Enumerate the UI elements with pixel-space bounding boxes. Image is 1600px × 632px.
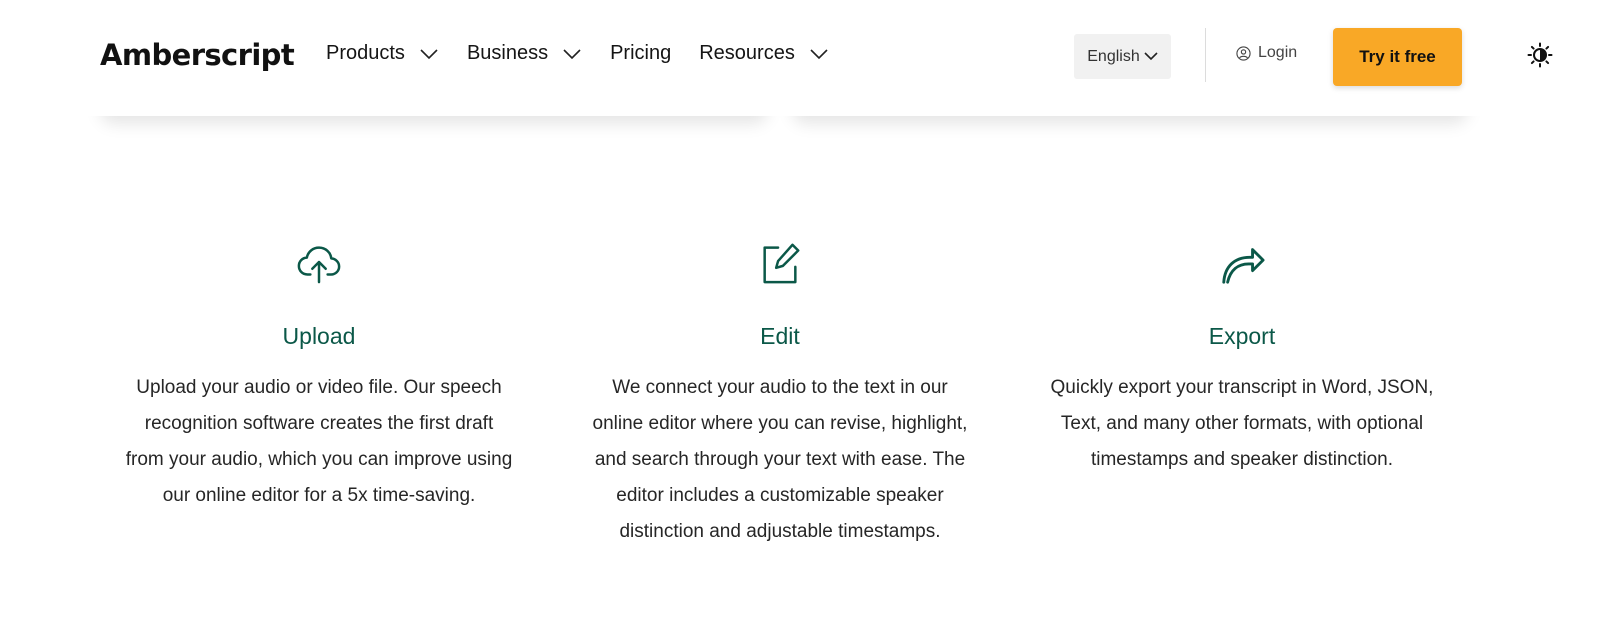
- main-nav: Products Business Pricing Resources: [326, 42, 857, 65]
- login-link[interactable]: Login: [1236, 44, 1297, 62]
- nav-pricing[interactable]: Pricing: [610, 42, 671, 65]
- logo[interactable]: Amberscript: [100, 38, 295, 72]
- cloud-upload-icon: [297, 246, 341, 284]
- language-select[interactable]: English: [1074, 34, 1171, 79]
- site-header: Amberscript Products Business Pricing Re…: [0, 0, 1600, 116]
- feature-description: Quickly export your transcript in Word, …: [1050, 377, 1434, 470]
- nav-pricing-label: Pricing: [610, 42, 672, 64]
- try-free-button[interactable]: Try it free: [1333, 28, 1462, 86]
- nav-business-label: Business: [466, 42, 549, 64]
- nav-products[interactable]: Products: [326, 42, 439, 65]
- chevron-down-icon: [810, 48, 828, 59]
- chevron-down-icon: [420, 48, 438, 59]
- nav-resources[interactable]: Resources: [699, 42, 829, 65]
- feature-upload: Upload Upload your audio or video file. …: [124, 240, 514, 514]
- feature-title: Edit: [760, 323, 800, 349]
- contrast-toggle-icon[interactable]: [1527, 42, 1553, 68]
- user-circle-icon: [1236, 45, 1251, 61]
- share-arrow-icon: [1222, 248, 1265, 284]
- chevron-down-icon: [1144, 52, 1158, 61]
- nav-business[interactable]: Business: [467, 42, 582, 65]
- feature-description: Upload your audio or video file. Our spe…: [125, 377, 513, 506]
- chevron-down-icon: [563, 48, 581, 59]
- login-label: Login: [1258, 44, 1298, 61]
- nav-resources-label: Resources: [699, 42, 795, 64]
- nav-products-label: Products: [326, 42, 405, 64]
- feature-title: Export: [1208, 323, 1276, 349]
- edit-icon: [763, 243, 800, 284]
- header-divider: [1205, 28, 1206, 82]
- feature-edit: Edit We connect your audio to the text i…: [585, 240, 975, 550]
- feature-description: We connect your audio to the text in our…: [592, 377, 968, 542]
- language-label: English: [1087, 47, 1140, 65]
- feature-export: Export Quickly export your transcript in…: [1047, 240, 1437, 478]
- feature-title: Upload: [282, 323, 356, 349]
